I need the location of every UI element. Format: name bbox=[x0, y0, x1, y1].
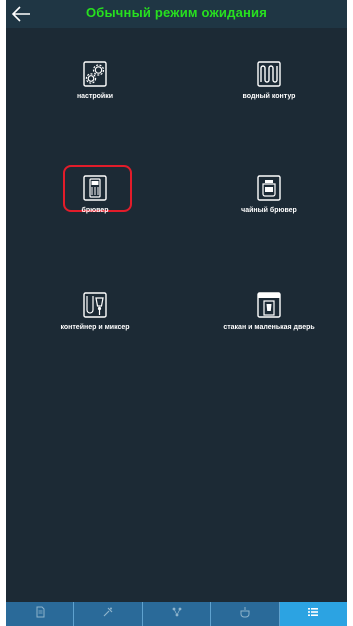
tile-label: водный контур bbox=[242, 93, 296, 100]
cup-small-door-icon bbox=[257, 292, 281, 318]
tile-label: настройки bbox=[76, 93, 114, 100]
nav-tab-5[interactable] bbox=[278, 602, 347, 626]
nav-tab-2[interactable] bbox=[73, 602, 141, 626]
brewer-icon bbox=[83, 175, 107, 201]
app-screen: Обычный режим ожидания настройки водный … bbox=[6, 0, 347, 626]
tile-label: брювер bbox=[81, 207, 109, 214]
list-icon bbox=[308, 608, 319, 616]
document-icon bbox=[36, 606, 45, 618]
nav-tab-4[interactable] bbox=[210, 602, 278, 626]
tile-water-circuit[interactable]: водный контур bbox=[199, 61, 339, 100]
nav-tab-1[interactable] bbox=[6, 602, 73, 626]
tile-settings[interactable]: настройки bbox=[25, 61, 165, 100]
nav-tab-3[interactable] bbox=[141, 602, 210, 626]
top-bar: Обычный режим ожидания bbox=[6, 0, 347, 28]
tile-brewer[interactable]: брювер bbox=[25, 175, 165, 214]
tile-label: контейнер и миксер bbox=[60, 324, 130, 331]
network-icon bbox=[172, 607, 181, 617]
tile-cup-small-door[interactable]: стакан и маленькая дверь bbox=[199, 292, 339, 331]
tile-label: стакан и маленькая дверь bbox=[223, 324, 315, 331]
gears-icon bbox=[83, 61, 107, 87]
container-mixer-icon bbox=[83, 292, 107, 318]
tile-tea-brewer[interactable]: чайный брювер bbox=[199, 175, 339, 214]
bottom-nav bbox=[6, 602, 347, 626]
tea-brewer-icon bbox=[257, 175, 281, 201]
tile-label: чайный брювер bbox=[241, 207, 297, 214]
mixer-tools-icon bbox=[103, 607, 113, 617]
cup-icon bbox=[240, 607, 250, 618]
tile-container-mixer[interactable]: контейнер и миксер bbox=[25, 292, 165, 331]
water-circuit-icon bbox=[257, 61, 281, 87]
page-title: Обычный режим ожидания bbox=[85, 5, 268, 20]
